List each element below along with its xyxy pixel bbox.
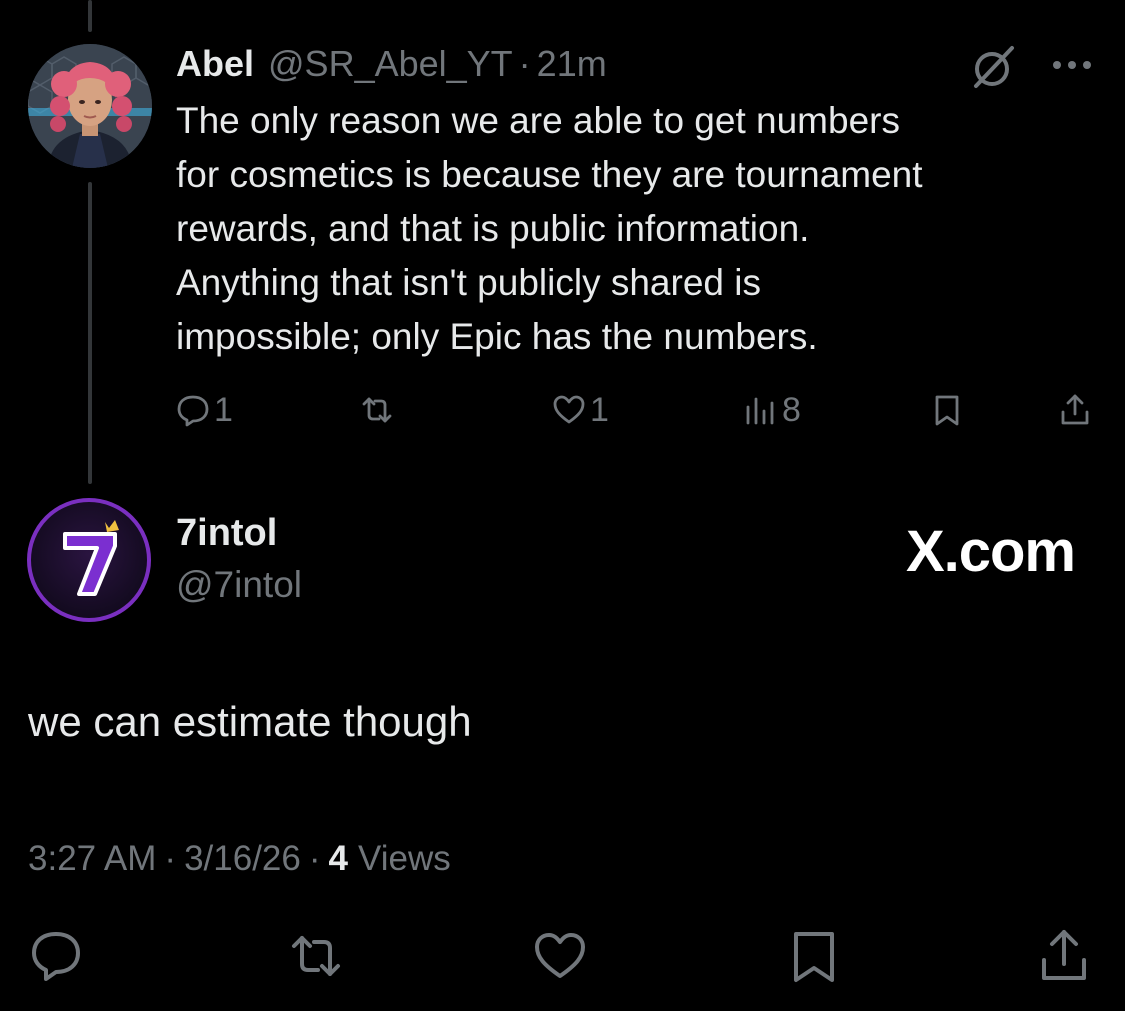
reply-share-button[interactable]: [1058, 388, 1092, 432]
reply-text-line: for cosmetics is because they are tourna…: [176, 154, 923, 195]
avatar-7intol[interactable]: 7: [27, 498, 151, 622]
avatar-abel-image: [28, 44, 152, 168]
reply-button[interactable]: [28, 928, 84, 984]
views-count: 8: [782, 390, 801, 429]
meta-separator: ·: [164, 839, 177, 878]
bookmark-button[interactable]: [786, 928, 842, 984]
share-button[interactable]: [1036, 928, 1092, 984]
reply-text-line: impossible; only Epic has the numbers.: [176, 316, 818, 357]
reply-views-button[interactable]: 8: [744, 388, 801, 432]
more-icon[interactable]: [1048, 50, 1096, 80]
reply-text-line: Anything that isn't publicly shared is: [176, 262, 761, 303]
avatar-abel[interactable]: [28, 44, 152, 168]
share-icon: [1042, 930, 1086, 980]
tweet-author-handle[interactable]: @7intol: [176, 564, 302, 606]
reply-bookmark-button[interactable]: [930, 388, 964, 432]
avatar-glyph: 7: [89, 609, 90, 611]
repost-button[interactable]: [288, 928, 344, 984]
reply-icon: [32, 932, 80, 981]
views-icon: [746, 397, 774, 425]
reply-repost-button[interactable]: [360, 388, 398, 432]
share-icon: [1061, 394, 1089, 425]
avatar-7intol-logo: 7: [63, 520, 119, 611]
reply-timestamp[interactable]: 21m: [537, 43, 607, 85]
reply-reply-button[interactable]: 1: [176, 388, 233, 432]
reply-count: 1: [214, 390, 233, 429]
reply-separator: ·: [518, 43, 531, 84]
tweet-time[interactable]: 3:27 AM: [28, 839, 156, 879]
reply-icon: [177, 395, 209, 427]
reply-header: Abel @SR_Abel_YT · 21m: [176, 40, 607, 88]
like-count: 1: [590, 390, 609, 429]
tweet-views-label: Views: [357, 839, 451, 878]
thread-line-top: [88, 0, 92, 32]
meta-separator: ·: [308, 839, 321, 878]
like-icon: [553, 395, 585, 424]
tweet-author-name[interactable]: 7intol: [176, 512, 277, 555]
tweet-meta: 3:27 AM · 3/16/26 · 4 Views: [28, 836, 451, 882]
reply-author-name[interactable]: Abel: [176, 43, 254, 85]
repost-icon: [292, 936, 340, 976]
tweet-text: we can estimate though: [28, 698, 472, 745]
like-icon: [535, 933, 585, 978]
like-button[interactable]: [532, 928, 588, 984]
bookmark-icon: [794, 932, 834, 982]
x-com-watermark: X.com: [905, 519, 1076, 584]
reply-text-line: The only reason we are able to get numbe…: [176, 100, 900, 141]
reply-text-line: rewards, and that is public information.: [176, 208, 810, 249]
reply-author-handle[interactable]: @SR_Abel_YT: [268, 43, 513, 85]
repost-icon: [362, 397, 392, 423]
thread-line: [88, 182, 92, 484]
tweet-views-count: 4: [328, 839, 348, 878]
tweet-date[interactable]: 3/16/26: [184, 839, 301, 879]
reply-text: The only reason we are able to get numbe…: [176, 94, 1096, 364]
grok-icon[interactable]: [970, 44, 1016, 90]
reply-like-button[interactable]: 1: [552, 388, 609, 432]
bookmark-icon: [935, 395, 959, 426]
